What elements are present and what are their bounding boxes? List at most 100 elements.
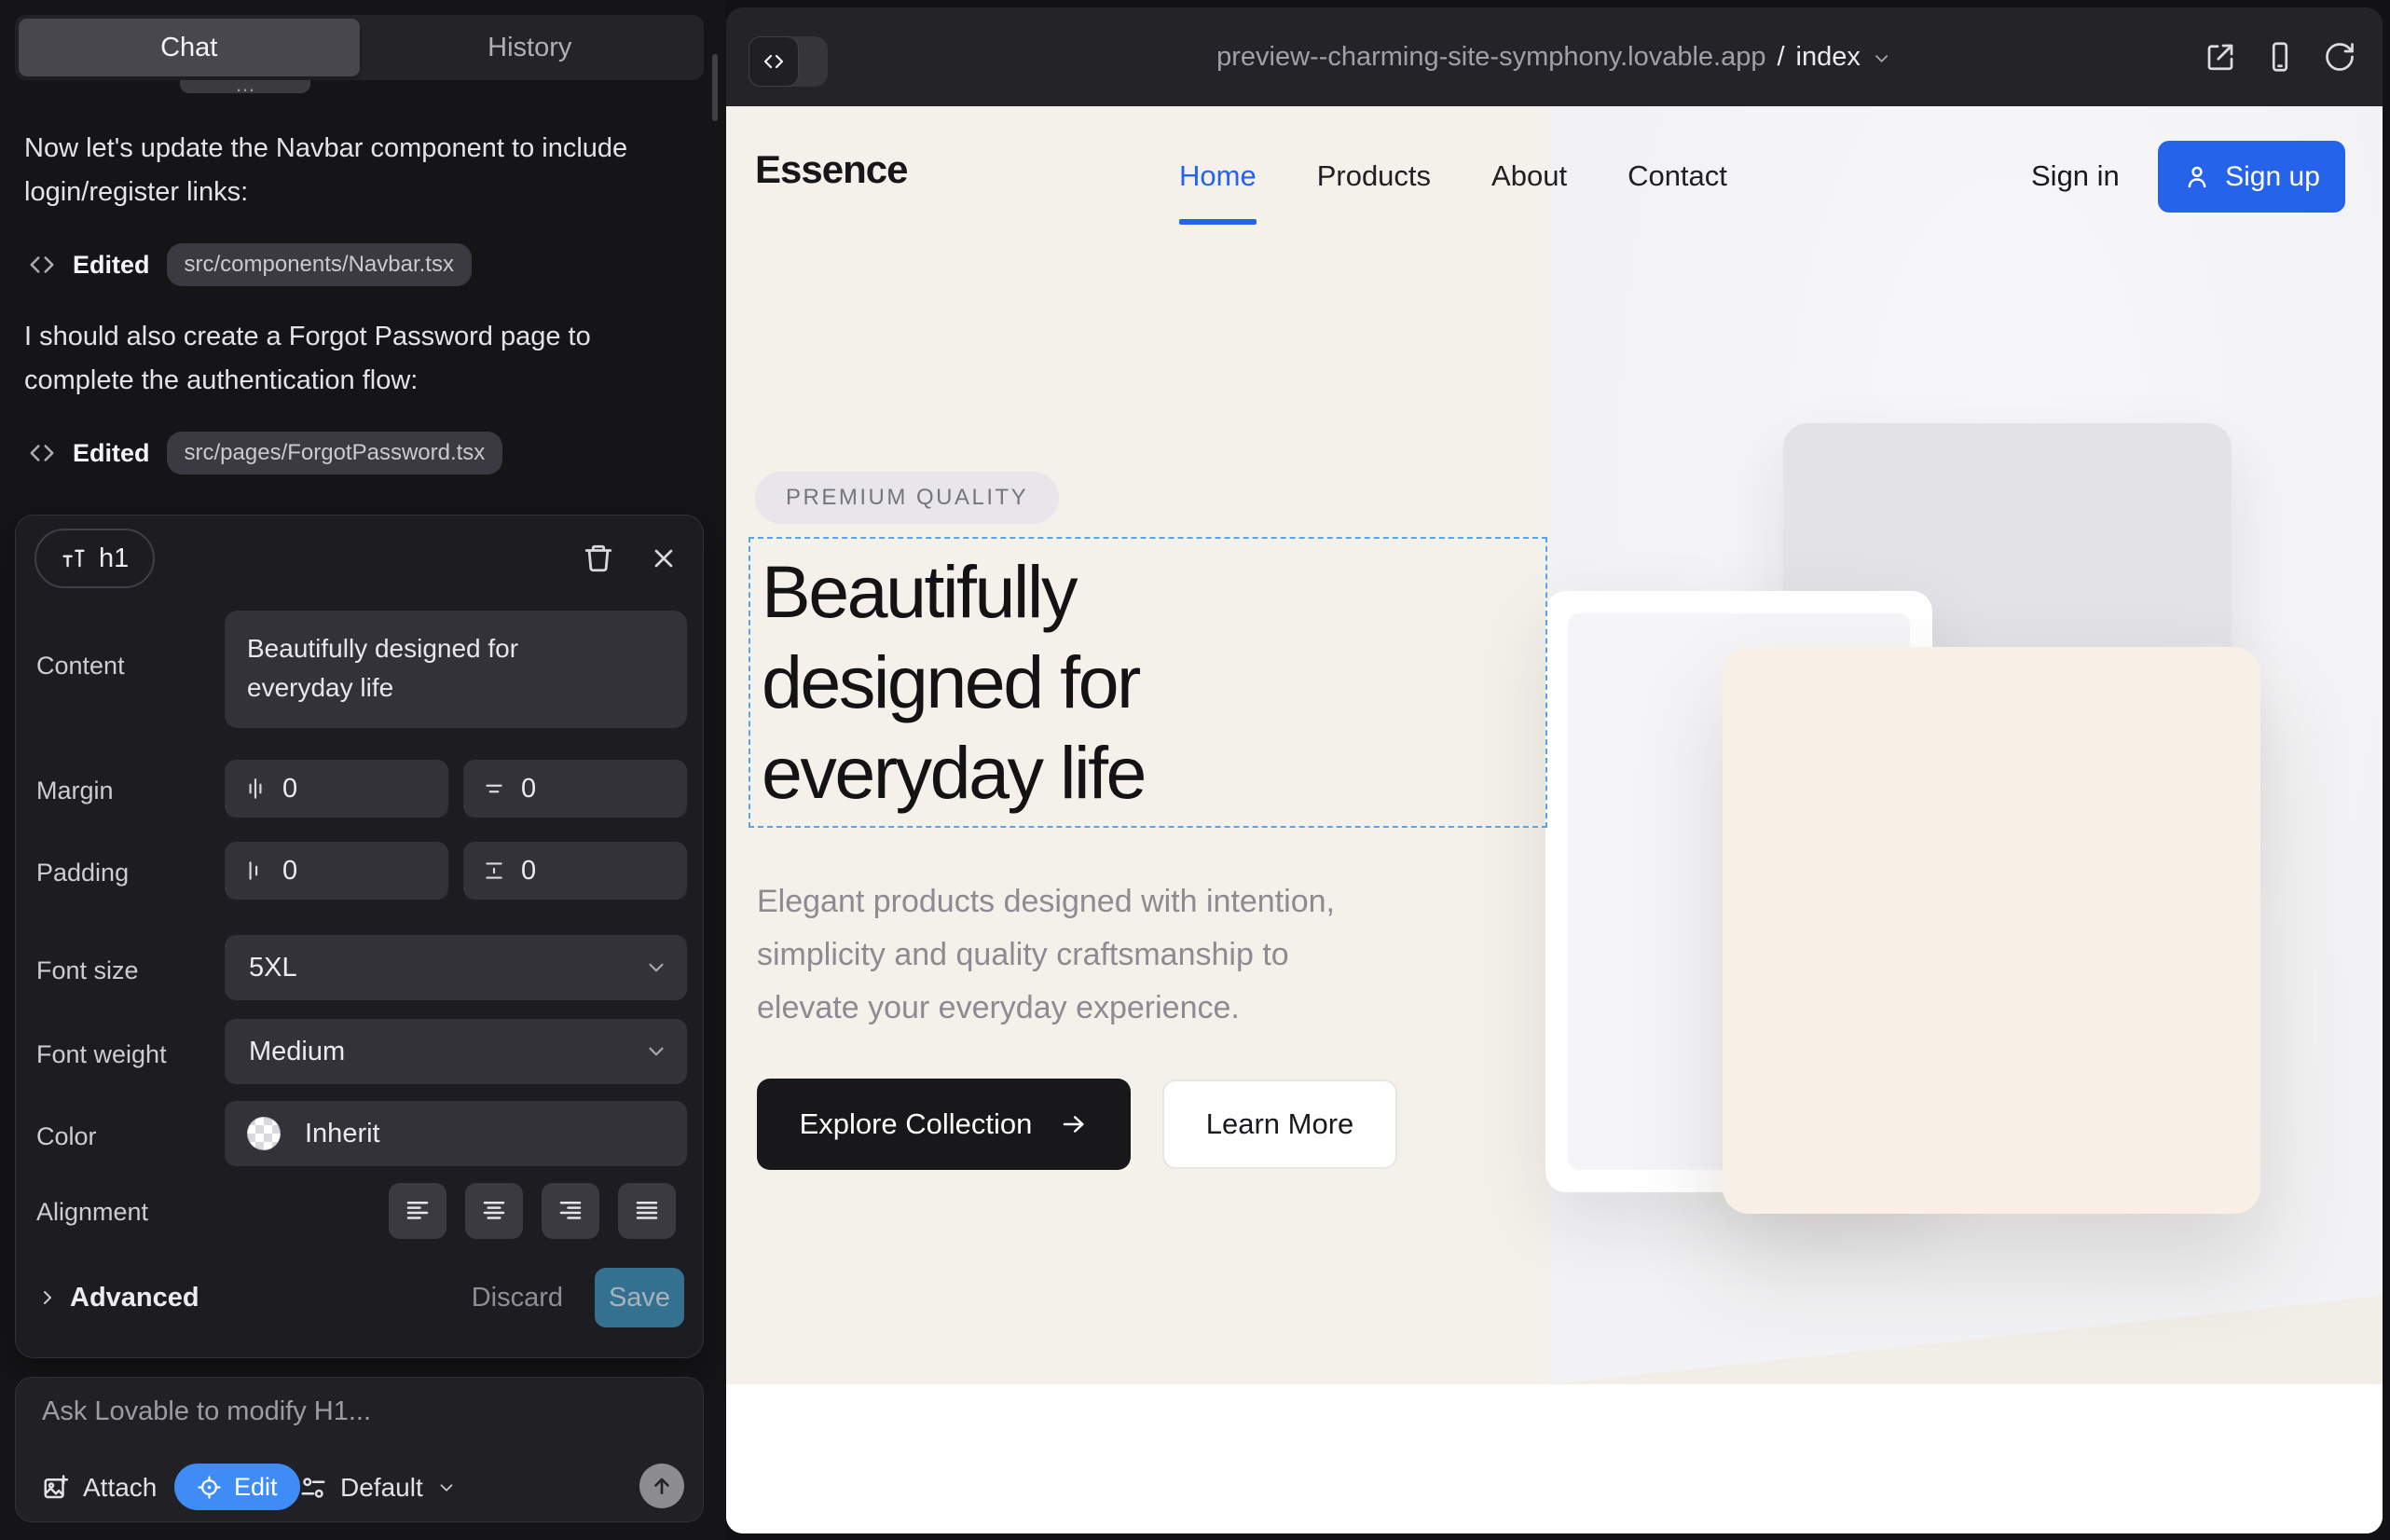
margin-vertical-value: 0 — [521, 774, 536, 804]
chat-scrollbar[interactable] — [712, 54, 718, 121]
code-preview-toggle[interactable] — [749, 36, 828, 87]
send-button[interactable] — [639, 1464, 684, 1508]
file-chip[interactable]: src/components/Navbar.tsx — [167, 243, 472, 286]
edit-label: Edit — [234, 1473, 278, 1502]
align-left-button[interactable] — [389, 1183, 446, 1239]
browser-chrome: preview--charming-site-symphony.lovable.… — [726, 7, 2383, 106]
color-label: Color — [36, 1122, 97, 1151]
discard-button[interactable]: Discard — [472, 1267, 563, 1328]
hero-description-line: simplicity and quality craftsmanship to — [757, 928, 1512, 982]
scrolled-chip-dots: … — [235, 80, 255, 93]
margin-vertical-input[interactable]: 0 — [463, 760, 687, 818]
external-link-icon — [2204, 40, 2237, 74]
padding-horizontal-value: 0 — [282, 856, 297, 887]
assistant-message: Now let's update the Navbar component to… — [24, 127, 692, 214]
tab-chat[interactable]: Chat — [19, 19, 360, 76]
save-button[interactable]: Save — [595, 1268, 684, 1327]
padding-horizontal-input[interactable]: 0 — [225, 842, 448, 900]
url-separator: / — [1777, 42, 1784, 73]
font-weight-value: Medium — [249, 1037, 345, 1067]
hero-section: PREMIUM QUALITY Beautifully designed for… — [726, 106, 2383, 1533]
chevron-down-icon — [644, 1039, 668, 1064]
hero-description: Elegant products designed with intention… — [757, 875, 1512, 1035]
content-input[interactable]: Beautifully designed for everyday life — [225, 611, 687, 728]
content-input-value: Beautifully designed for everyday life — [247, 629, 592, 708]
align-center-button[interactable] — [465, 1183, 523, 1239]
preview-window: preview--charming-site-symphony.lovable.… — [726, 7, 2383, 1533]
hero-heading[interactable]: Beautifully designed for everyday life — [762, 546, 1145, 818]
edit-mode-button[interactable]: Edit — [174, 1464, 300, 1510]
margin-horizontal-input[interactable]: 0 — [225, 760, 448, 818]
margin-label: Margin — [36, 777, 114, 805]
refresh-button[interactable] — [2321, 38, 2358, 76]
composer-toolbar: Attach Edit Default — [16, 1464, 703, 1512]
code-view-segment[interactable] — [749, 36, 799, 87]
mode-selector[interactable]: Default — [299, 1465, 457, 1510]
arrow-up-icon — [650, 1474, 674, 1498]
margin-horizontal-icon — [243, 777, 268, 801]
premium-quality-badge: PREMIUM QUALITY — [755, 472, 1059, 524]
edited-file-row: Edited src/pages/ForgotPassword.tsx — [28, 431, 502, 475]
padding-label: Padding — [36, 859, 129, 887]
url-bar[interactable]: preview--charming-site-symphony.lovable.… — [1216, 7, 1892, 106]
element-tag-label: h1 — [99, 543, 129, 574]
align-justify-button[interactable] — [618, 1183, 676, 1239]
close-editor-button[interactable] — [645, 540, 682, 577]
attach-button[interactable]: Attach — [42, 1465, 157, 1510]
advanced-toggle[interactable]: Advanced — [36, 1267, 199, 1328]
chevron-right-icon — [36, 1286, 59, 1309]
close-icon — [649, 543, 679, 573]
hero-description-line: elevate your everyday experience. — [757, 982, 1512, 1035]
assistant-message: I should also create a Forgot Password p… — [24, 315, 692, 403]
chat-history-tabs: Chat History — [15, 15, 704, 80]
delete-element-button[interactable] — [580, 540, 617, 577]
padding-vertical-icon — [482, 859, 506, 883]
align-justify-icon — [633, 1197, 661, 1225]
align-left-icon — [404, 1197, 432, 1225]
content-label: Content — [36, 652, 125, 681]
font-size-value: 5XL — [249, 953, 297, 983]
color-select[interactable]: Inherit — [225, 1101, 687, 1166]
padding-vertical-value: 0 — [521, 856, 536, 887]
font-size-select[interactable]: 5XL — [225, 935, 687, 1000]
learn-more-button[interactable]: Learn More — [1162, 1079, 1397, 1169]
font-weight-select[interactable]: Medium — [225, 1019, 687, 1084]
attach-label: Attach — [83, 1473, 157, 1503]
color-value: Inherit — [305, 1119, 380, 1149]
font-size-label: Font size — [36, 956, 139, 985]
edited-label: Edited — [73, 251, 150, 280]
hero-description-line: Elegant products designed with intention… — [757, 875, 1512, 928]
mode-label: Default — [340, 1473, 423, 1503]
chrome-actions — [2202, 7, 2358, 106]
file-chip[interactable]: src/pages/ForgotPassword.tsx — [167, 432, 503, 474]
explore-collection-button[interactable]: Explore Collection — [757, 1079, 1131, 1170]
target-icon — [197, 1475, 222, 1500]
edited-file-row: Edited src/components/Navbar.tsx — [28, 242, 472, 287]
trash-icon — [583, 543, 614, 574]
padding-vertical-input[interactable]: 0 — [463, 842, 687, 900]
url-page: index — [1796, 42, 1861, 73]
alignment-label: Alignment — [36, 1198, 148, 1227]
code-icon — [762, 50, 785, 73]
scrolled-chip-fragment: … — [180, 80, 310, 93]
align-right-button[interactable] — [542, 1183, 599, 1239]
explore-collection-label: Explore Collection — [800, 1107, 1033, 1141]
mobile-icon — [2263, 40, 2297, 74]
tab-history[interactable]: History — [360, 19, 701, 76]
element-editor-panel: h1 Content Beautifully designed for ever… — [15, 515, 704, 1358]
hero-heading-line: designed for — [762, 637, 1145, 727]
chat-composer: Attach Edit Default — [15, 1377, 704, 1522]
margin-inputs: 0 0 — [225, 760, 687, 818]
edited-label: Edited — [73, 439, 150, 468]
selected-h1-outline[interactable]: Beautifully designed for everyday life — [749, 537, 1547, 828]
refresh-icon — [2323, 40, 2356, 74]
lovable-sidebar: Chat History … Now let's update the Navb… — [0, 0, 725, 1540]
chat-input[interactable] — [42, 1396, 657, 1445]
mobile-view-button[interactable] — [2261, 38, 2299, 76]
alignment-buttons — [389, 1183, 676, 1239]
color-swatch — [247, 1117, 281, 1150]
open-in-new-tab-button[interactable] — [2202, 38, 2239, 76]
font-weight-label: Font weight — [36, 1040, 167, 1069]
hero-heading-line: Beautifully — [762, 546, 1145, 637]
code-icon — [28, 439, 56, 467]
